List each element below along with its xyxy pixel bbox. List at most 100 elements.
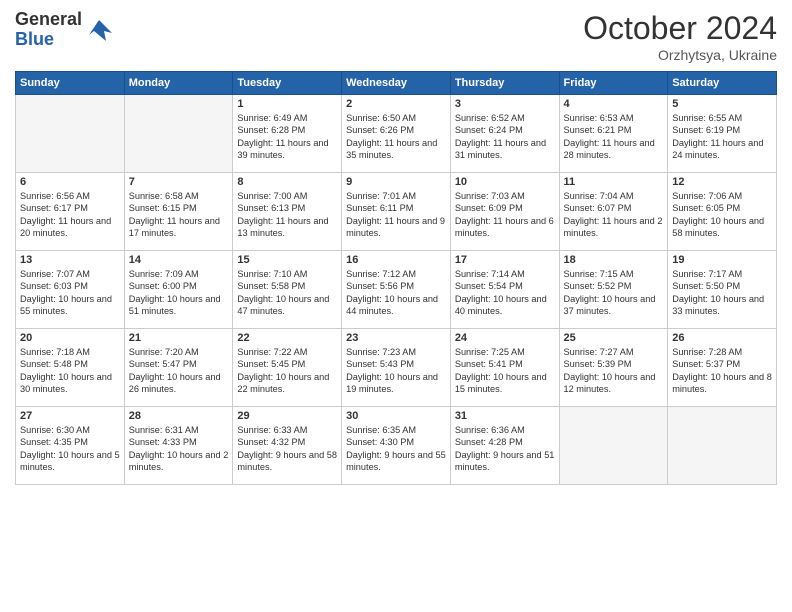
- day-number: 29: [237, 410, 337, 422]
- sunrise-text: Sunrise: 7:07 AM: [20, 269, 90, 279]
- header-row: Sunday Monday Tuesday Wednesday Thursday…: [16, 72, 777, 95]
- day-number: 18: [564, 254, 664, 266]
- sunset-text: Sunset: 6:03 PM: [20, 281, 88, 291]
- sunset-text: Sunset: 5:50 PM: [672, 281, 740, 291]
- cell-content: Sunrise: 7:04 AMSunset: 6:07 PMDaylight:…: [564, 190, 664, 240]
- calendar-body: 1 Sunrise: 6:49 AMSunset: 6:28 PMDaylight…: [16, 95, 777, 485]
- day-number: 28: [129, 410, 229, 422]
- sunrise-text: Sunrise: 6:53 AM: [564, 113, 634, 123]
- cell-content: Sunrise: 7:27 AMSunset: 5:39 PMDaylight:…: [564, 346, 664, 396]
- daylight-text: Daylight: 10 hours and 15 minutes.: [455, 372, 547, 394]
- sunset-text: Sunset: 5:54 PM: [455, 281, 523, 291]
- day-number: 20: [20, 332, 120, 344]
- cell-content: Sunrise: 6:58 AMSunset: 6:15 PMDaylight:…: [129, 190, 229, 240]
- day-number: 30: [346, 410, 446, 422]
- day-number: 9: [346, 176, 446, 188]
- sunset-text: Sunset: 5:58 PM: [237, 281, 305, 291]
- cell-content: Sunrise: 6:49 AMSunset: 6:28 PMDaylight:…: [237, 112, 337, 162]
- calendar-cell: [559, 407, 668, 485]
- sunset-text: Sunset: 4:35 PM: [20, 437, 88, 447]
- calendar-cell: 31Sunrise: 6:36 AMSunset: 4:28 PMDayligh…: [450, 407, 559, 485]
- daylight-text: Daylight: 11 hours and 39 minutes.: [237, 138, 328, 160]
- sunset-text: Sunset: 5:41 PM: [455, 359, 523, 369]
- sunset-text: Sunset: 6:24 PM: [455, 125, 523, 135]
- cell-content: Sunrise: 6:33 AMSunset: 4:32 PMDaylight:…: [237, 424, 337, 474]
- day-number: 12: [672, 176, 772, 188]
- daylight-text: Daylight: 10 hours and 37 minutes.: [564, 294, 656, 316]
- calendar-cell: [668, 407, 777, 485]
- sunset-text: Sunset: 6:21 PM: [564, 125, 632, 135]
- calendar-cell: 26Sunrise: 7:28 AMSunset: 5:37 PMDayligh…: [668, 329, 777, 407]
- cell-content: Sunrise: 7:25 AMSunset: 5:41 PMDaylight:…: [455, 346, 555, 396]
- sunrise-text: Sunrise: 7:17 AM: [672, 269, 742, 279]
- sunrise-text: Sunrise: 6:49 AM: [237, 113, 307, 123]
- daylight-text: Daylight: 10 hours and 8 minutes.: [672, 372, 772, 394]
- sunset-text: Sunset: 6:15 PM: [129, 203, 197, 213]
- sunset-text: Sunset: 4:28 PM: [455, 437, 523, 447]
- sunrise-text: Sunrise: 7:01 AM: [346, 191, 416, 201]
- sunrise-text: Sunrise: 6:52 AM: [455, 113, 525, 123]
- logo-blue: Blue: [15, 30, 82, 50]
- calendar-header: Sunday Monday Tuesday Wednesday Thursday…: [16, 72, 777, 95]
- sunrise-text: Sunrise: 7:20 AM: [129, 347, 199, 357]
- sunrise-text: Sunrise: 6:55 AM: [672, 113, 742, 123]
- sunrise-text: Sunrise: 7:27 AM: [564, 347, 634, 357]
- daylight-text: Daylight: 11 hours and 2 minutes.: [564, 216, 663, 238]
- calendar-cell: 18Sunrise: 7:15 AMSunset: 5:52 PMDayligh…: [559, 251, 668, 329]
- cell-content: Sunrise: 7:01 AMSunset: 6:11 PMDaylight:…: [346, 190, 446, 240]
- day-number: 5: [672, 98, 772, 110]
- sunrise-text: Sunrise: 7:12 AM: [346, 269, 416, 279]
- daylight-text: Daylight: 11 hours and 28 minutes.: [564, 138, 655, 160]
- calendar-cell: 28Sunrise: 6:31 AMSunset: 4:33 PMDayligh…: [124, 407, 233, 485]
- calendar-cell: 8Sunrise: 7:00 AMSunset: 6:13 PMDaylight…: [233, 173, 342, 251]
- day-number: 17: [455, 254, 555, 266]
- daylight-text: Daylight: 11 hours and 24 minutes.: [672, 138, 763, 160]
- header: General Blue October 2024 Orzhytsya, Ukr…: [15, 10, 777, 63]
- sunset-text: Sunset: 6:26 PM: [346, 125, 414, 135]
- logo-text: General Blue: [15, 10, 82, 50]
- day-number: 24: [455, 332, 555, 344]
- daylight-text: Daylight: 11 hours and 6 minutes.: [455, 216, 554, 238]
- sunrise-text: Sunrise: 7:03 AM: [455, 191, 525, 201]
- day-number: 13: [20, 254, 120, 266]
- calendar-cell: 15Sunrise: 7:10 AMSunset: 5:58 PMDayligh…: [233, 251, 342, 329]
- sunset-text: Sunset: 5:52 PM: [564, 281, 632, 291]
- daylight-text: Daylight: 11 hours and 17 minutes.: [129, 216, 220, 238]
- cell-content: Sunrise: 7:12 AMSunset: 5:56 PMDaylight:…: [346, 268, 446, 318]
- sunrise-text: Sunrise: 7:28 AM: [672, 347, 742, 357]
- day-number: 23: [346, 332, 446, 344]
- sunset-text: Sunset: 5:48 PM: [20, 359, 88, 369]
- cell-content: Sunrise: 7:20 AM Sunset: 5:47 PM Daylight:…: [129, 346, 229, 396]
- daylight-text: Daylight: 10 hours and 47 minutes.: [237, 294, 329, 316]
- page: General Blue October 2024 Orzhytsya, Ukr…: [0, 0, 792, 612]
- sunrise-text: Sunrise: 7:18 AM: [20, 347, 90, 357]
- calendar-week-row-5: 27Sunrise: 6:30 AMSunset: 4:35 PMDayligh…: [16, 407, 777, 485]
- day-number: 8: [237, 176, 337, 188]
- day-number: 2: [346, 98, 446, 110]
- day-number: 4: [564, 98, 664, 110]
- sunset-text: Sunset: 5:47 PM: [129, 359, 197, 369]
- sunrise-text: Sunrise: 7:00 AM: [237, 191, 307, 201]
- calendar-cell: [16, 95, 125, 173]
- sunrise-text: Sunrise: 7:04 AM: [564, 191, 634, 201]
- sunrise-text: Sunrise: 6:50 AM: [346, 113, 416, 123]
- col-thursday: Thursday: [450, 72, 559, 95]
- day-number: 22: [237, 332, 337, 344]
- calendar-week-row-1: 1 Sunrise: 6:49 AMSunset: 6:28 PMDaylight…: [16, 95, 777, 173]
- calendar-cell: 21Sunrise: 7:20 AMSunset: 5:47 PMDayligh…: [124, 329, 233, 407]
- col-wednesday: Wednesday: [342, 72, 451, 95]
- day-number: 1: [237, 98, 337, 110]
- daylight-text: Daylight: 10 hours and 26 minutes.: [129, 372, 221, 394]
- calendar-cell: 22Sunrise: 7:22 AMSunset: 5:45 PMDayligh…: [233, 329, 342, 407]
- calendar-cell: 3Sunrise: 6:52 AMSunset: 6:24 PMDaylight…: [450, 95, 559, 173]
- cell-content: Sunrise: 7:23 AMSunset: 5:43 PMDaylight:…: [346, 346, 446, 396]
- title-block: October 2024 Orzhytsya, Ukraine: [583, 10, 777, 63]
- sunrise-text: Sunrise: 6:36 AM: [455, 425, 525, 435]
- cell-content: Sunrise: 7:14 AMSunset: 5:54 PMDaylight:…: [455, 268, 555, 318]
- day-number: 26: [672, 332, 772, 344]
- month-year-title: October 2024: [583, 10, 777, 47]
- sunset-text: Sunset: 6:05 PM: [672, 203, 740, 213]
- sunset-text: Sunset: 5:43 PM: [346, 359, 414, 369]
- sunset-text: Sunset: 6:11 PM: [346, 203, 413, 213]
- calendar-cell: 9Sunrise: 7:01 AMSunset: 6:11 PMDaylight…: [342, 173, 451, 251]
